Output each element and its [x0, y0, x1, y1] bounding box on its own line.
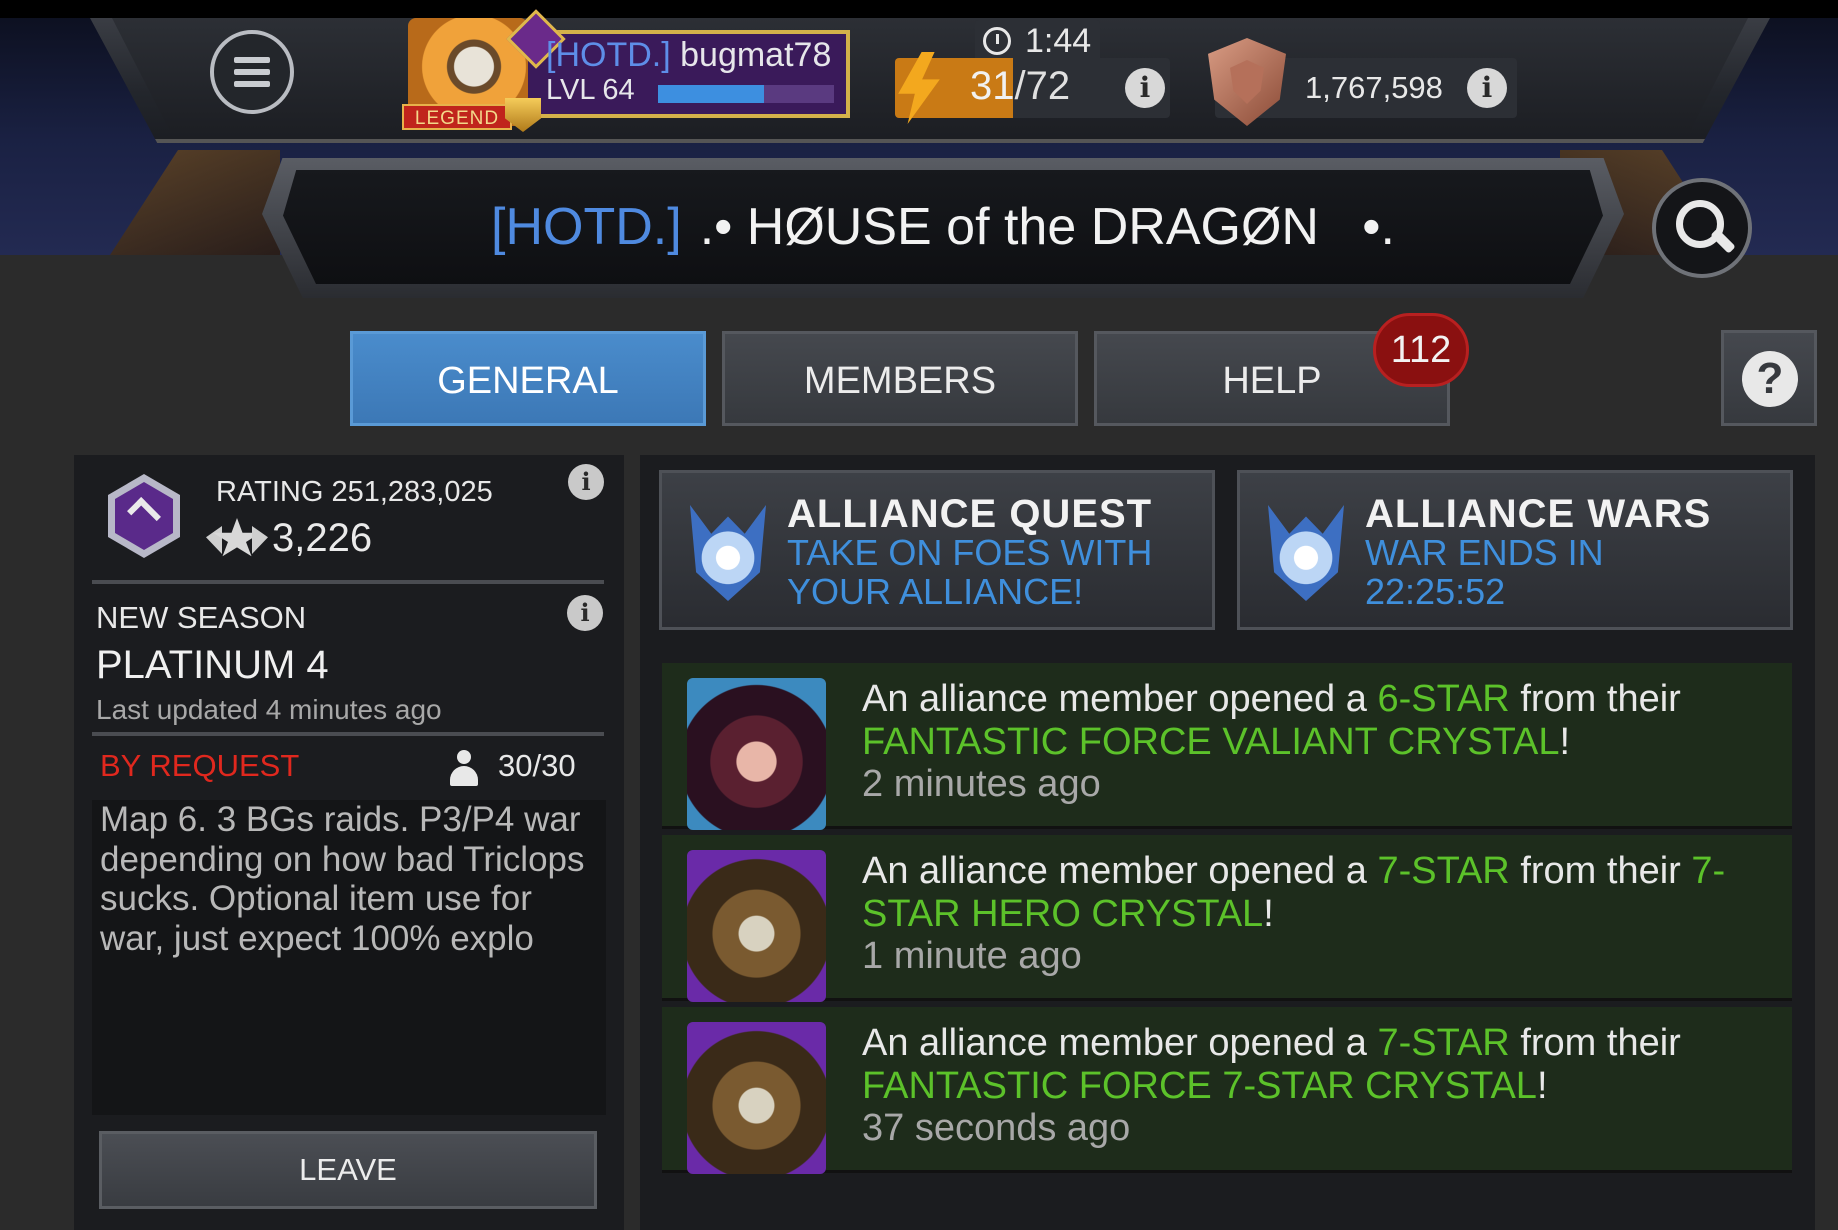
feed-star-rating: 7-STAR: [1377, 850, 1510, 892]
alliance-quest-subtitle-line1: TAKE ON FOES WITH: [787, 532, 1153, 573]
alliance-description: Map 6. 3 BGs raids. P3/P4 war depending …: [100, 800, 585, 958]
alliance-quest-title: ALLIANCE QUEST: [787, 492, 1153, 536]
feed-text-middle: from their: [1509, 678, 1681, 720]
alliance-title: [HOTD.] .• HØUSE of the DRAGØN •.: [283, 170, 1603, 284]
player-alliance-tag: [HOTD.]: [546, 36, 671, 74]
alliance-tag: [HOTD.]: [491, 198, 682, 256]
alliance-quest-subtitle-line2: YOUR ALLIANCE!: [787, 571, 1084, 612]
season-last-updated: Last updated 4 minutes ago: [96, 694, 442, 725]
banner-ornament-left: [110, 150, 280, 255]
feed-star-rating: 6-STAR: [1377, 678, 1510, 720]
player-username: bugmat78: [680, 36, 832, 74]
feed-text-prefix: An alliance member opened a: [862, 850, 1378, 892]
xp-bar: [658, 85, 834, 103]
player-level: LVL 64: [546, 74, 635, 106]
feed-text-middle: from their: [1509, 1022, 1681, 1064]
feed-text-prefix: An alliance member opened a: [862, 1022, 1378, 1064]
alliance-wars-subtitle: WAR ENDS IN: [1365, 532, 1604, 573]
person-icon: [450, 750, 478, 788]
divider: [92, 580, 604, 584]
season-label: NEW SEASON: [96, 600, 307, 635]
alliance-trophies: 3,226: [272, 516, 373, 560]
xp-bar-fill: [658, 85, 764, 103]
energy-value: 31/72: [970, 64, 1070, 109]
status-strip: [0, 0, 1838, 18]
season-info-icon[interactable]: i: [567, 595, 603, 631]
champion-portrait: [687, 850, 826, 1002]
rating-info-icon[interactable]: i: [1467, 68, 1507, 108]
timer-icon: [983, 27, 1011, 55]
energy-timer: 1:44: [1025, 22, 1092, 60]
legend-tag: LEGEND: [402, 104, 512, 130]
alliance-name: .• HØUSE of the DRAGØN •.: [699, 198, 1395, 256]
help-icon: ?: [1742, 351, 1798, 407]
champion-portrait: [687, 678, 826, 830]
help-count-badge: 112: [1373, 313, 1469, 387]
alliance-rating-info-icon[interactable]: i: [568, 464, 604, 500]
feed-timestamp: 37 seconds ago: [862, 1107, 1131, 1149]
feed-timestamp: 2 minutes ago: [862, 763, 1101, 805]
player-name: [HOTD.] bugmat78: [546, 36, 831, 75]
feed-star-rating: 7-STAR: [1377, 1022, 1510, 1064]
feed-crystal-name: FANTASTIC FORCE 7-STAR CRYSTAL: [862, 1064, 1537, 1107]
feed-text-prefix: An alliance member opened a: [862, 678, 1378, 720]
feed-text-suffix: !: [1536, 1064, 1548, 1107]
feed-timestamp: 1 minute ago: [862, 935, 1082, 977]
energy-max: /72: [1014, 64, 1071, 108]
menu-button[interactable]: [210, 30, 294, 114]
tab-general[interactable]: GENERAL: [350, 331, 706, 426]
divider: [92, 732, 604, 736]
menu-icon: [234, 57, 270, 87]
search-button[interactable]: [1652, 178, 1752, 278]
member-count: 30/30: [498, 748, 576, 783]
feed-message: An alliance member opened a 7-STAR from …: [862, 1022, 1782, 1150]
help-button[interactable]: ?: [1721, 330, 1817, 426]
feed-text-suffix: !: [1263, 892, 1274, 935]
energy-info-icon[interactable]: i: [1125, 68, 1165, 108]
join-type: BY REQUEST: [100, 748, 300, 783]
feed-crystal-name: FANTASTIC FORCE VALIANT CRYSTAL: [862, 720, 1560, 763]
feed-text-suffix: !: [1559, 720, 1571, 763]
feed-message: An alliance member opened a 6-STAR from …: [862, 678, 1782, 806]
tab-members[interactable]: MEMBERS: [722, 331, 1078, 426]
feed-message: An alliance member opened a 7-STAR from …: [862, 850, 1782, 978]
alliance-rating: RATING 251,283,025: [216, 476, 493, 508]
champion-portrait: [687, 1022, 826, 1174]
alliance-wars-title: ALLIANCE WARS: [1365, 492, 1712, 536]
energy-current: 31: [970, 64, 1015, 108]
feed-text-middle: from their: [1509, 850, 1692, 892]
player-rating: 1,767,598: [1305, 70, 1443, 105]
leave-button[interactable]: LEAVE: [99, 1131, 597, 1209]
season-tier: PLATINUM 4: [96, 643, 329, 687]
alliance-wars-timer: 22:25:52: [1365, 571, 1506, 612]
